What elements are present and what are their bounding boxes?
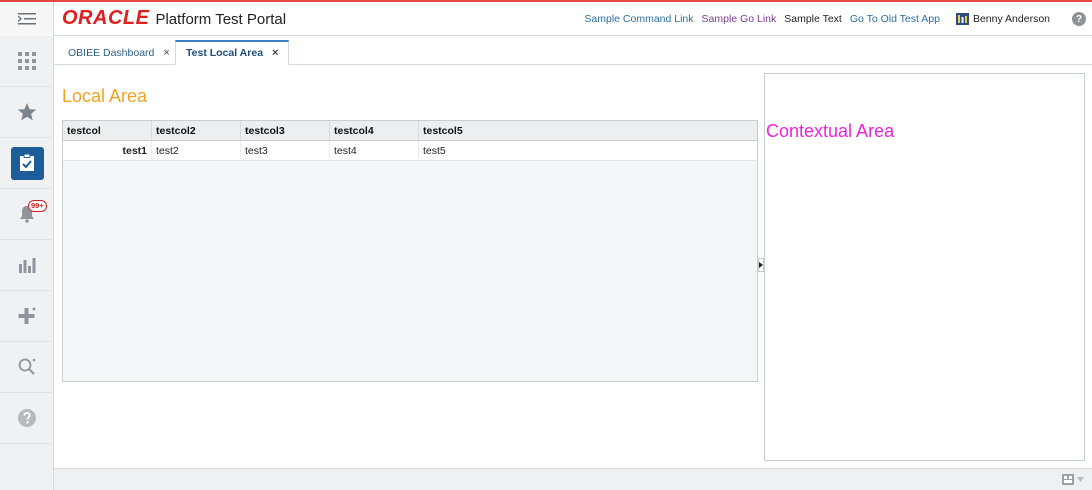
tab-label: Test Local Area bbox=[186, 47, 264, 59]
user-avatar-icon bbox=[955, 13, 969, 25]
user-menu[interactable]: Benny Anderson bbox=[955, 13, 1050, 25]
sample-go-link[interactable]: Sample Go Link bbox=[702, 13, 777, 25]
sidebar-item-search[interactable] bbox=[0, 342, 54, 393]
header-links: Sample Command Link Sample Go Link Sampl… bbox=[584, 2, 1086, 36]
status-footer bbox=[54, 468, 1092, 490]
tab-bar: OBIEE Dashboard × Test Local Area × bbox=[54, 36, 1092, 65]
table-cell: test4 bbox=[330, 141, 419, 161]
column-header[interactable]: testcol5 bbox=[419, 121, 757, 141]
table-cell: test3 bbox=[241, 141, 330, 161]
table-cell: test5 bbox=[423, 145, 446, 157]
tab-close-icon[interactable]: × bbox=[272, 47, 278, 59]
bar-chart-icon bbox=[19, 258, 36, 273]
help-button[interactable]: ? bbox=[1072, 12, 1086, 26]
contextual-area-title: Contextual Area bbox=[766, 121, 895, 141]
footer-menu[interactable] bbox=[1062, 474, 1084, 485]
app-title: Platform Test Portal bbox=[155, 11, 287, 28]
add-plus-icon bbox=[18, 307, 36, 324]
notification-badge: 99+ bbox=[28, 200, 47, 212]
local-area-table: testcol testcol2 testcol3 testcol4 testc… bbox=[62, 120, 758, 382]
table-row[interactable]: test1 test2 test3 test4 test5 bbox=[63, 141, 757, 161]
active-indicator bbox=[10, 146, 44, 180]
task-checklist-icon bbox=[20, 154, 34, 171]
chevron-down-icon bbox=[1077, 477, 1084, 482]
top-header: ORACLE Platform Test Portal Sample Comma… bbox=[0, 2, 1092, 36]
sidebar-item-favorites[interactable] bbox=[0, 87, 54, 138]
table-header-row: testcol testcol2 testcol3 testcol4 testc… bbox=[63, 121, 757, 141]
brand: ORACLE Platform Test Portal bbox=[62, 7, 286, 30]
sidebar-item-grid[interactable] bbox=[0, 36, 54, 87]
tab-obiee-dashboard[interactable]: OBIEE Dashboard × bbox=[58, 40, 180, 65]
navigator-menu-button[interactable] bbox=[0, 2, 54, 36]
grid-icon bbox=[18, 52, 36, 70]
collapse-arrow-icon bbox=[759, 262, 763, 268]
column-header[interactable]: testcol4 bbox=[330, 121, 419, 141]
sample-text: Sample Text bbox=[784, 13, 842, 25]
oracle-logo: ORACLE bbox=[62, 7, 150, 29]
column-header[interactable]: testcol3 bbox=[241, 121, 330, 141]
user-name: Benny Anderson bbox=[972, 13, 1050, 25]
help-icon bbox=[18, 409, 36, 427]
go-to-old-test-app-link[interactable]: Go To Old Test App bbox=[850, 13, 940, 25]
star-icon bbox=[17, 103, 37, 121]
sidebar-item-add[interactable] bbox=[0, 291, 54, 342]
table-cell: test1 bbox=[63, 141, 152, 161]
column-header[interactable]: testcol bbox=[63, 121, 152, 141]
tab-label: OBIEE Dashboard bbox=[68, 46, 155, 59]
local-area-title: Local Area bbox=[62, 86, 148, 106]
table-cell: test2 bbox=[152, 141, 241, 161]
column-header[interactable]: testcol2 bbox=[152, 121, 241, 141]
sidebar-item-notifications[interactable]: 99+ bbox=[0, 189, 54, 240]
sidebar-item-tasks[interactable] bbox=[0, 138, 54, 189]
left-nav-sidebar: 99+ bbox=[0, 36, 54, 490]
sidebar-item-reports[interactable] bbox=[0, 240, 54, 291]
search-icon bbox=[18, 358, 36, 375]
menu-icon bbox=[17, 13, 36, 25]
contextual-area-panel: Contextual Area bbox=[764, 73, 1085, 461]
sidebar-item-help[interactable] bbox=[0, 393, 54, 444]
sample-command-link[interactable]: Sample Command Link bbox=[584, 13, 693, 25]
tab-close-icon[interactable]: × bbox=[163, 47, 169, 59]
tab-test-local-area[interactable]: Test Local Area × bbox=[175, 40, 290, 65]
accessibility-icon bbox=[1062, 474, 1074, 485]
app-window: ORACLE Platform Test Portal Sample Comma… bbox=[0, 0, 1092, 490]
